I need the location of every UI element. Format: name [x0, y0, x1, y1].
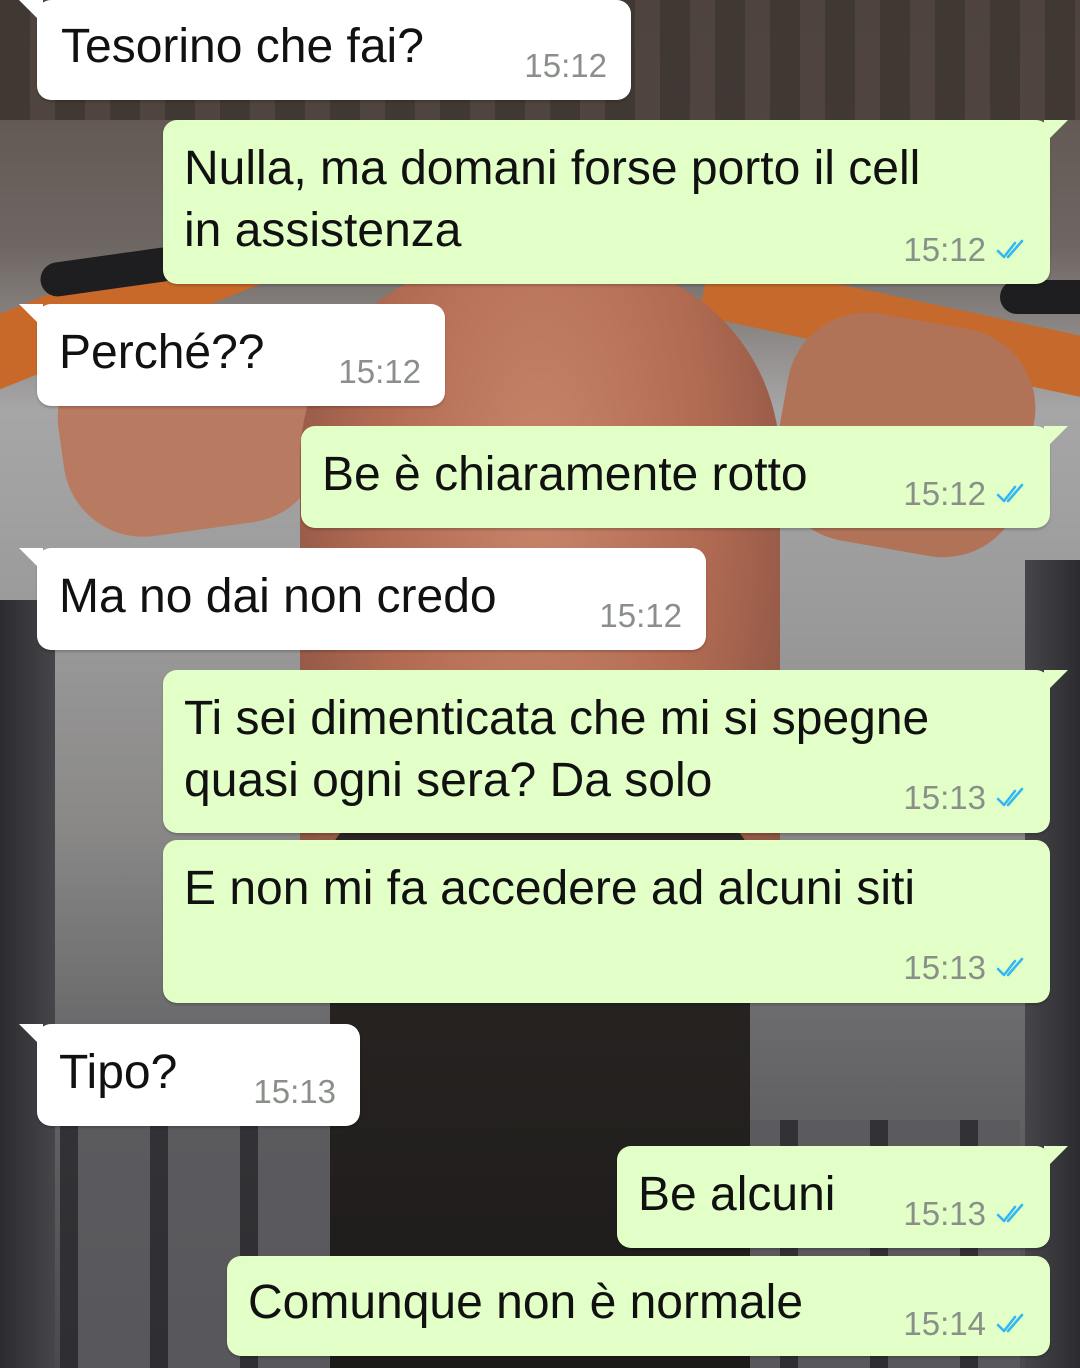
timestamp-text: 15:12 [524, 47, 607, 84]
message-bubble-incoming[interactable]: Tesorino che fai? 15:12 [19, 0, 631, 100]
message-timestamp: 15:12 [338, 352, 421, 392]
message-bubble-outgoing[interactable]: Be è chiaramente rotto 15:12 [301, 426, 1068, 528]
message-bubble-outgoing[interactable]: E non mi fa accedere ad alcuni siti 15:1… [163, 840, 1050, 1003]
timestamp-text: 15:12 [903, 231, 986, 268]
message-timestamp: 15:13 [253, 1072, 336, 1112]
message-timestamp: 15:12 [524, 46, 607, 86]
message-bubble-outgoing[interactable]: Comunque non è normale 15:14 [227, 1256, 1050, 1356]
message-timestamp: 15:12 [903, 230, 1030, 270]
message-text: Tesorino che fai? [61, 20, 424, 73]
message-timestamp: 15:13 [903, 948, 1030, 988]
timestamp-text: 15:13 [253, 1073, 336, 1110]
message-list: Tesorino che fai? 15:12 Nulla, ma domani… [0, 0, 1080, 1368]
message-text: Be alcuni [638, 1168, 836, 1221]
message-timestamp: 15:14 [903, 1304, 1030, 1344]
message-bubble-outgoing[interactable]: Be alcuni 15:13 [617, 1146, 1068, 1248]
message-bubble-outgoing[interactable]: Ti sei dimenticata che mi si spegne quas… [163, 670, 1068, 833]
message-text: Ti sei dimenticata che mi si spegne quas… [184, 692, 930, 807]
message-text: Ma no dai non credo [59, 570, 497, 623]
timestamp-text: 15:12 [338, 353, 421, 390]
message-bubble-incoming[interactable]: Perché?? 15:12 [19, 304, 445, 406]
message-timestamp: 15:12 [903, 474, 1030, 514]
double-check-icon [996, 787, 1024, 807]
timestamp-text: 15:13 [903, 949, 986, 986]
double-check-icon [996, 1313, 1024, 1333]
message-bubble-incoming[interactable]: Tipo? 15:13 [19, 1024, 360, 1126]
timestamp-text: 15:12 [599, 597, 682, 634]
message-text: Be è chiaramente rotto [322, 448, 808, 501]
message-timestamp: 15:13 [903, 778, 1030, 818]
message-text: Perché?? [59, 326, 265, 379]
timestamp-text: 15:13 [903, 779, 986, 816]
message-timestamp: 15:12 [599, 596, 682, 636]
message-text: Tipo? [59, 1046, 178, 1099]
message-text: Comunque non è normale [248, 1276, 804, 1329]
message-text: E non mi fa accedere ad alcuni siti [184, 862, 916, 915]
double-check-icon [996, 483, 1024, 503]
timestamp-text: 15:12 [903, 475, 986, 512]
double-check-icon [996, 1203, 1024, 1223]
double-check-icon [996, 957, 1024, 977]
message-bubble-outgoing[interactable]: Nulla, ma domani forse porto il cell in … [163, 120, 1068, 284]
timestamp-text: 15:13 [903, 1195, 986, 1232]
message-bubble-incoming[interactable]: Ma no dai non credo 15:12 [19, 548, 706, 650]
timestamp-text: 15:14 [903, 1305, 986, 1342]
double-check-icon [996, 239, 1024, 259]
message-timestamp: 15:13 [903, 1194, 1030, 1234]
message-text: Nulla, ma domani forse porto il cell in … [184, 142, 921, 257]
